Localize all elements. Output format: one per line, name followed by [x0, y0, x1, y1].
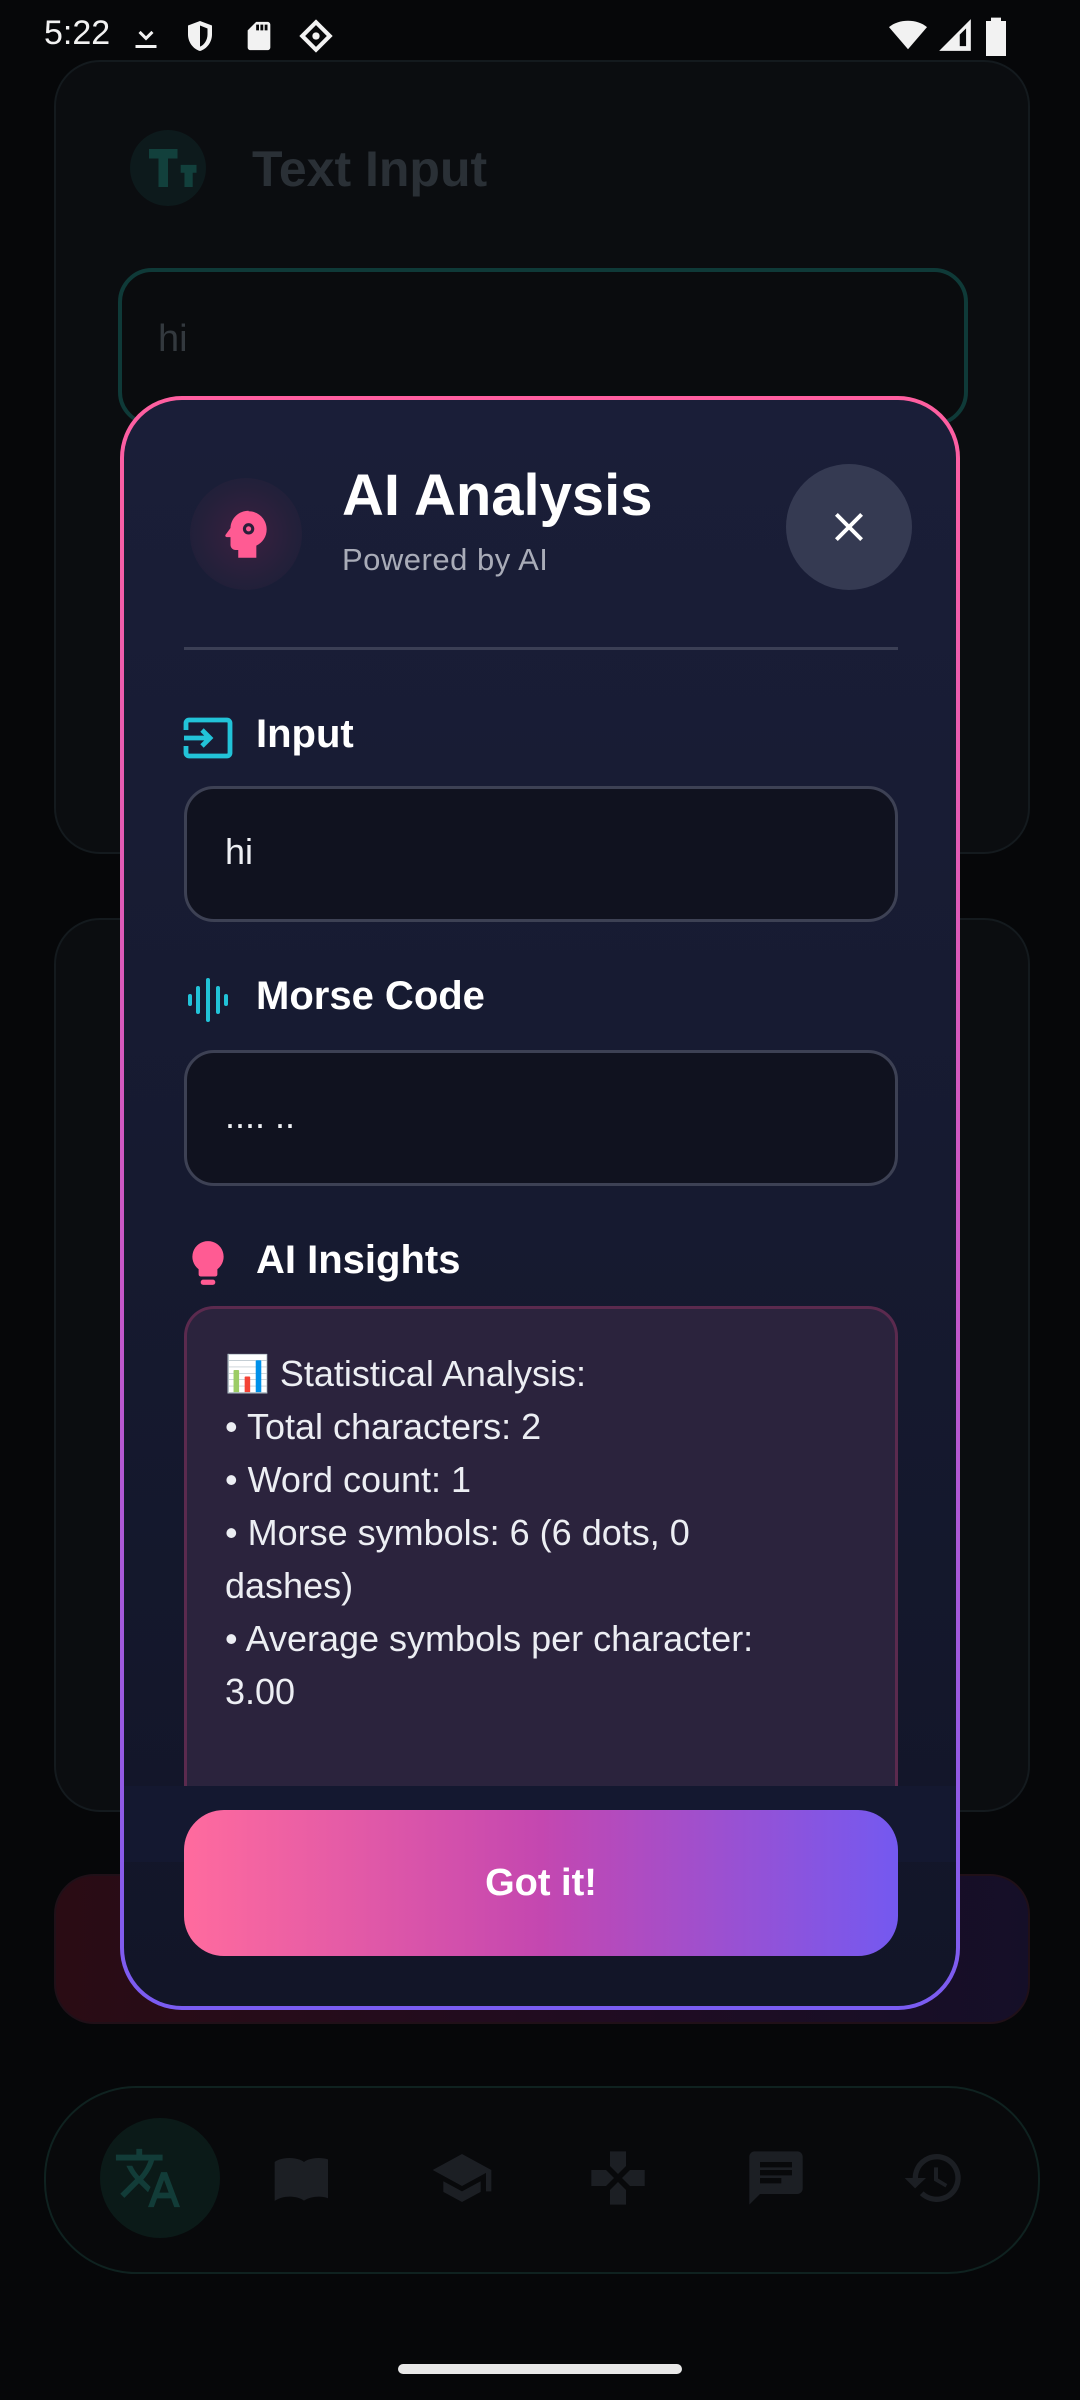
- input-label: Input: [256, 712, 354, 756]
- school-icon[interactable]: [424, 2140, 500, 2216]
- insight-line: • Word count: 1: [225, 1459, 472, 1500]
- waveform-icon: [182, 974, 234, 1026]
- ai-analysis-dialog: AI Analysis Powered by AI Input hi Morse…: [120, 396, 960, 2010]
- insight-line: 3.00: [225, 1671, 296, 1712]
- insight-line: dashes): [225, 1565, 354, 1606]
- morse-value: .... ..: [225, 1095, 296, 1136]
- chat-icon[interactable]: [738, 2140, 814, 2216]
- close-button[interactable]: [786, 464, 912, 590]
- dialog-subtitle: Powered by AI: [342, 542, 549, 577]
- section-title: Text Input: [252, 141, 488, 197]
- book-icon[interactable]: [266, 2140, 342, 2216]
- vpn-icon: [296, 16, 336, 61]
- insight-line: • Average symbols per character:: [225, 1618, 754, 1659]
- close-icon: [835, 513, 863, 541]
- insight-line: • Total characters: 2: [225, 1406, 542, 1447]
- text-format-icon: [130, 130, 206, 206]
- text-input-value: hi: [158, 318, 188, 360]
- translate-icon[interactable]: [110, 2140, 186, 2216]
- morse-field: .... ..: [184, 1050, 898, 1186]
- input-field: hi: [184, 786, 898, 922]
- morse-label: Morse Code: [256, 974, 485, 1018]
- home-indicator[interactable]: [398, 2364, 682, 2374]
- signal-icon: [936, 16, 974, 59]
- history-icon[interactable]: [896, 2140, 972, 2216]
- got-it-button[interactable]: Got it!: [184, 1810, 898, 1956]
- insight-line: 📊 Statistical Analysis:: [225, 1353, 586, 1394]
- sd-card-icon: [242, 16, 276, 61]
- input-icon: [182, 712, 234, 764]
- input-value: hi: [225, 831, 254, 872]
- battery-icon: [984, 16, 1008, 61]
- download-icon: [128, 16, 164, 61]
- lightbulb-icon: [182, 1238, 234, 1290]
- dialog-title: AI Analysis: [342, 463, 653, 528]
- status-bar: 5:22: [0, 0, 1080, 72]
- shield-icon: [182, 16, 218, 61]
- wifi-icon: [888, 16, 928, 59]
- status-time: 5:22: [44, 14, 111, 52]
- header-divider: [184, 647, 898, 650]
- insight-line: • Morse symbols: 6 (6 dots, 0: [225, 1512, 690, 1553]
- ai-brain-icon: [190, 478, 302, 590]
- insights-box[interactable]: 📊 Statistical Analysis: • Total characte…: [184, 1306, 898, 1806]
- insights-label: AI Insights: [256, 1238, 461, 1282]
- gamepad-icon[interactable]: [580, 2140, 656, 2216]
